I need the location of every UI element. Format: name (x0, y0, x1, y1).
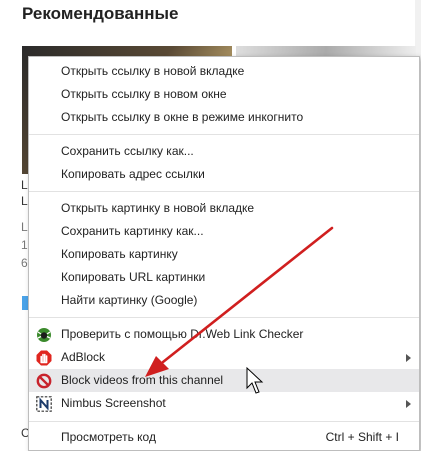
menu-open-link-new-window[interactable]: Открыть ссылку в новом окне (29, 83, 419, 106)
menu-item-label: Открыть картинку в новой вкладке (61, 201, 255, 215)
menu-block-videos-channel[interactable]: Block videos from this channel (29, 369, 419, 392)
menu-item-label: Проверить с помощью Dr.Web Link Checker (61, 327, 304, 341)
menu-copy-image-url[interactable]: Копировать URL картинки (29, 266, 419, 289)
menu-item-label: Открыть ссылку в новой вкладке (61, 64, 245, 78)
menu-item-label: Копировать картинку (61, 247, 178, 261)
menu-separator (29, 317, 419, 318)
menu-item-label: Открыть ссылку в новом окне (61, 87, 227, 101)
menu-open-link-incognito[interactable]: Открыть ссылку в окне в режиме инкогнито (29, 106, 419, 129)
video-meta-fragment: 1 (21, 238, 28, 252)
video-title-fragment[interactable]: L (21, 194, 28, 208)
menu-item-shortcut: Ctrl + Shift + I (325, 430, 399, 444)
context-menu: Открыть ссылку в новой вкладке Открыть с… (28, 56, 420, 451)
menu-copy-link-address[interactable]: Копировать адрес ссылки (29, 163, 419, 186)
menu-copy-image[interactable]: Копировать картинку (29, 243, 419, 266)
menu-adblock[interactable]: AdBlock (29, 346, 419, 369)
adblock-hand-icon (36, 350, 52, 366)
menu-item-label: Сохранить картинку как... (61, 224, 204, 238)
menu-item-label: Nimbus Screenshot (61, 396, 166, 410)
drweb-spider-icon (36, 327, 52, 343)
nimbus-n-icon (36, 396, 52, 412)
menu-item-label: Копировать адрес ссылки (61, 167, 205, 181)
video-title-fragment[interactable]: L (21, 178, 28, 192)
submenu-arrow-icon (406, 354, 411, 362)
menu-open-image-new-tab[interactable]: Открыть картинку в новой вкладке (29, 197, 419, 220)
menu-search-image-google[interactable]: Найти картинку (Google) (29, 289, 419, 312)
video-meta-fragment: L (21, 220, 28, 234)
menu-save-image-as[interactable]: Сохранить картинку как... (29, 220, 419, 243)
submenu-arrow-icon (406, 400, 411, 408)
video-meta-fragment: 6 (21, 256, 28, 270)
menu-save-link-as[interactable]: Сохранить ссылку как... (29, 140, 419, 163)
menu-item-label: Просмотреть код (61, 430, 156, 444)
page-title: Рекомендованные (22, 4, 179, 23)
menu-item-label: Найти картинку (Google) (61, 293, 198, 307)
menu-item-label: Открыть ссылку в окне в режиме инкогнито (61, 110, 304, 124)
menu-separator (29, 191, 419, 192)
menu-item-label: Копировать URL картинки (61, 270, 206, 284)
menu-inspect-element[interactable]: Просмотреть код Ctrl + Shift + I (29, 426, 419, 449)
block-circle-icon (36, 373, 52, 389)
menu-open-link-new-tab[interactable]: Открыть ссылку в новой вкладке (29, 60, 419, 83)
menu-item-label: Block videos from this channel (61, 373, 224, 387)
menu-item-label: AdBlock (61, 350, 106, 364)
menu-drweb-link-checker[interactable]: Проверить с помощью Dr.Web Link Checker (29, 323, 419, 346)
menu-item-label: Сохранить ссылку как... (61, 144, 194, 158)
menu-nimbus-screenshot[interactable]: Nimbus Screenshot (29, 392, 419, 415)
menu-separator (29, 134, 419, 135)
menu-separator (29, 421, 419, 422)
